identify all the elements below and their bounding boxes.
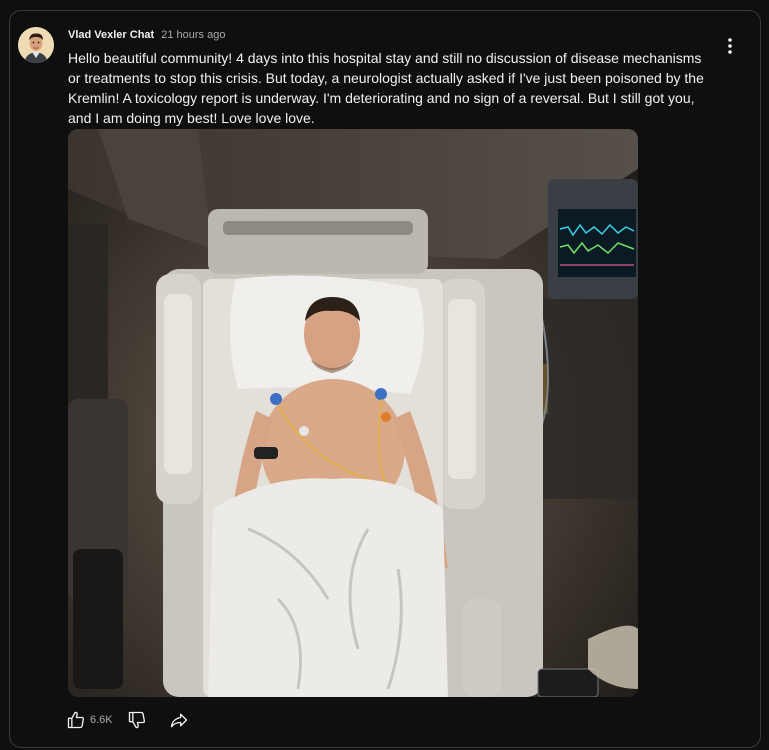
dislike-button[interactable] (127, 710, 147, 730)
more-options-button[interactable] (720, 35, 740, 59)
like-button[interactable]: 6.6K (66, 710, 127, 730)
post-header: Vlad Vexler Chat 21 hours ago (68, 29, 225, 41)
like-count: 6.6K (90, 714, 113, 726)
share-button[interactable] (169, 710, 189, 730)
hospital-bed-photo (68, 129, 638, 697)
avatar[interactable] (18, 27, 54, 63)
post-timestamp[interactable]: 21 hours ago (161, 29, 225, 41)
post-actions: 6.6K (66, 709, 189, 731)
thumbs-up-icon (67, 711, 85, 729)
post-image[interactable] (68, 129, 638, 697)
share-icon (170, 713, 187, 728)
more-vertical-icon (728, 38, 732, 54)
author-name[interactable]: Vlad Vexler Chat (68, 29, 154, 41)
thumbs-down-icon (128, 711, 145, 729)
post-text: Hello beautiful community! 4 days into t… (68, 50, 704, 126)
